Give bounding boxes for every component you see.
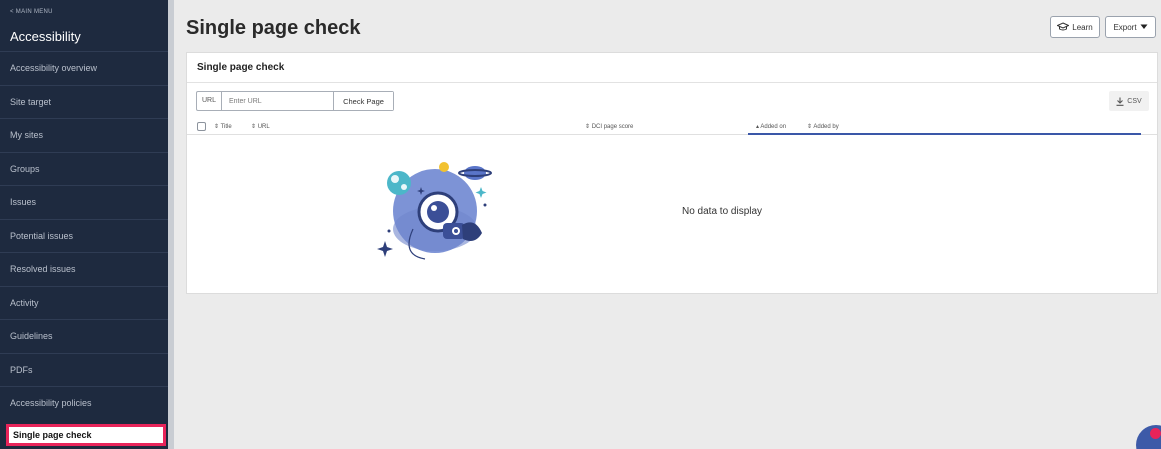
active-sort-indicator — [748, 133, 1141, 135]
graduation-cap-icon — [1057, 22, 1070, 31]
column-url[interactable]: ⇕ URL — [251, 123, 270, 130]
export-button[interactable]: Export — [1105, 16, 1156, 38]
column-dci-page-score[interactable]: ⇕ DCI page score — [585, 123, 633, 130]
main-menu-link[interactable]: < MAIN MENU — [10, 9, 53, 15]
sidebar-item-my-sites[interactable]: My sites — [0, 118, 168, 151]
csv-download-button[interactable]: CSV — [1109, 91, 1149, 111]
learn-label: Learn — [1072, 22, 1093, 32]
url-form: URL Check Page — [196, 91, 394, 111]
sidebar-item-potential-issues[interactable]: Potential issues — [0, 219, 168, 252]
export-label: Export — [1113, 22, 1137, 32]
column-added-on[interactable]: ▴ Added on — [756, 123, 786, 130]
csv-label: CSV — [1127, 97, 1142, 105]
sidebar-item-single-page-check[interactable]: Single page check — [6, 424, 166, 446]
download-icon — [1116, 97, 1124, 106]
page-title: Single page check — [186, 17, 361, 39]
sidebar: < MAIN MENU Accessibility Accessibility … — [0, 0, 168, 449]
sidebar-title: Accessibility — [10, 29, 81, 44]
sidebar-item-accessibility-overview[interactable]: Accessibility overview — [0, 51, 168, 84]
single-page-check-card: Single page check URL Check Page CSV ⇕ T… — [186, 52, 1158, 294]
check-page-button[interactable]: Check Page — [333, 92, 393, 110]
sidebar-item-resolved-issues[interactable]: Resolved issues — [0, 252, 168, 285]
sidebar-item-issues[interactable]: Issues — [0, 185, 168, 218]
select-all-checkbox[interactable] — [197, 122, 206, 131]
caret-down-icon — [1140, 24, 1148, 29]
url-input[interactable] — [222, 92, 333, 110]
column-title[interactable]: ⇕ Title — [214, 123, 232, 130]
chat-notification-badge — [1150, 428, 1161, 439]
column-added-by[interactable]: ⇕ Added by — [807, 123, 839, 130]
sidebar-item-site-target[interactable]: Site target — [0, 85, 168, 118]
url-prefix-label: URL — [197, 92, 222, 110]
empty-state-message: No data to display — [682, 206, 763, 217]
sidebar-item-pdfs[interactable]: PDFs — [0, 353, 168, 386]
table-header: ⇕ Title ⇕ URL ⇕ DCI page score ▴ Added o… — [187, 119, 1157, 135]
card-title: Single page check — [197, 62, 285, 73]
learn-button[interactable]: Learn — [1050, 16, 1100, 38]
sidebar-item-activity[interactable]: Activity — [0, 286, 168, 319]
card-header: Single page check — [187, 53, 1157, 83]
astronaut-illustration — [377, 162, 492, 260]
sidebar-divider — [168, 0, 174, 449]
sidebar-item-groups[interactable]: Groups — [0, 152, 168, 185]
sidebar-item-accessibility-policies[interactable]: Accessibility policies — [0, 386, 168, 419]
sidebar-item-guidelines[interactable]: Guidelines — [0, 319, 168, 352]
